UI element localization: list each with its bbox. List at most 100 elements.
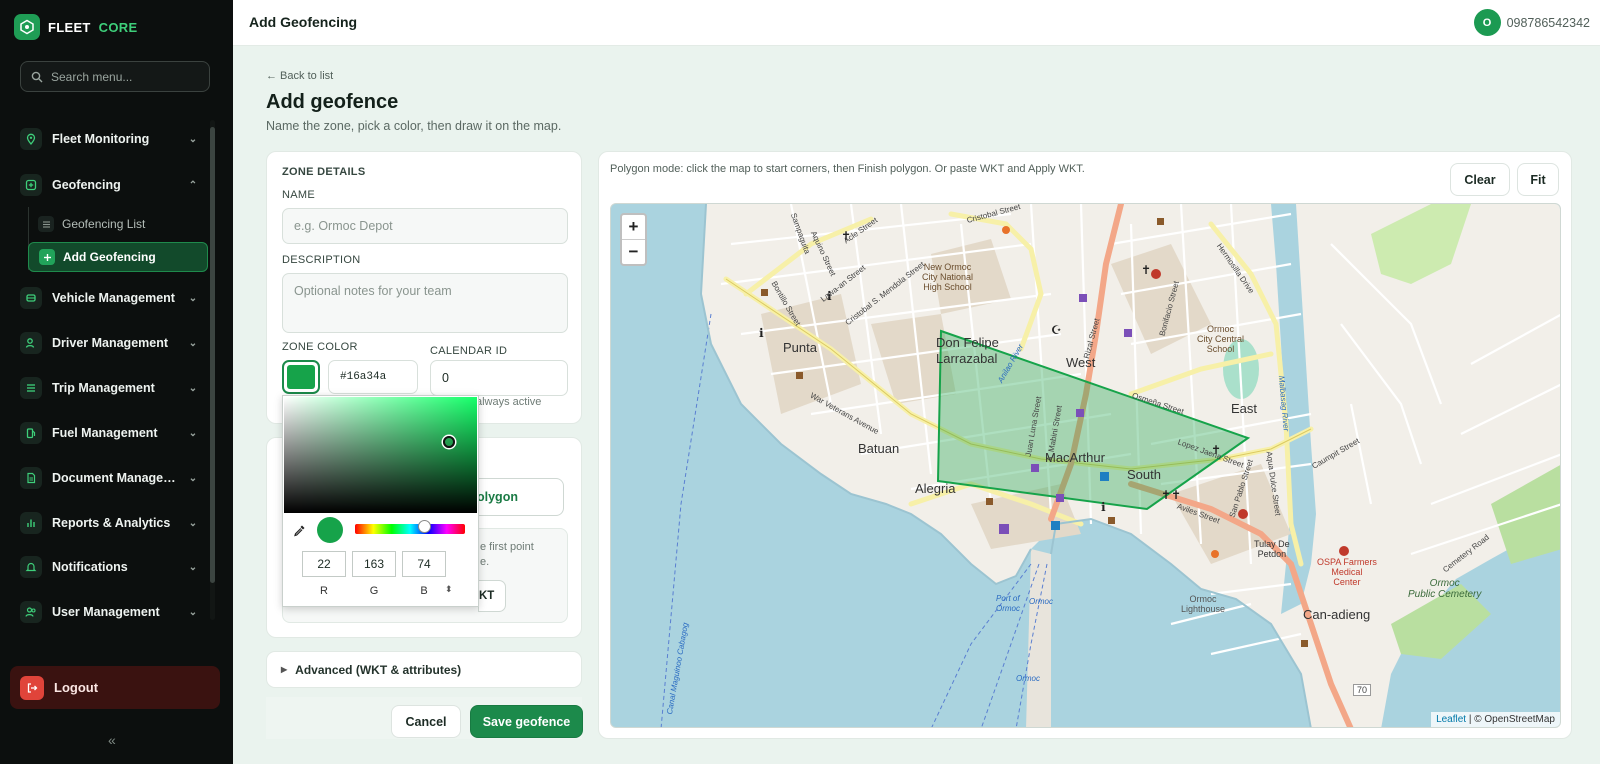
brand: FLEET CORE bbox=[14, 14, 137, 40]
sidebar-item-label: Driver Management bbox=[52, 336, 169, 350]
map-mode-hint: Polygon mode: click the map to start cor… bbox=[610, 163, 1085, 175]
calendar-id-input[interactable] bbox=[430, 360, 568, 396]
fuel-icon bbox=[20, 422, 42, 444]
map-label-cemetery: Ormoc Public Cemetery bbox=[1408, 578, 1482, 600]
sidebar-item-fleet-monitoring[interactable]: Fleet Monitoring ⌄ bbox=[20, 124, 200, 154]
sidebar-item-vehicle-management[interactable]: Vehicle Management ⌄ bbox=[20, 283, 200, 313]
sidebar-item-add-geofencing[interactable]: Add Geofencing bbox=[28, 242, 208, 272]
color-hex-field[interactable]: #16a34a bbox=[328, 360, 418, 394]
sidebar-search bbox=[20, 61, 210, 92]
blue-input[interactable] bbox=[402, 551, 446, 577]
polygon-mode-button[interactable]: olygon bbox=[470, 478, 564, 516]
sidebar-item-label: Fleet Monitoring bbox=[52, 132, 150, 146]
search-input[interactable] bbox=[51, 69, 201, 84]
sidebar-item-label: Notifications bbox=[52, 560, 128, 574]
map-label-tulay-de-petdon: Tulay De Petdon bbox=[1254, 539, 1290, 559]
collapse-sidebar-icon[interactable]: « bbox=[108, 732, 116, 748]
sidebar-item-label: Fuel Management bbox=[52, 426, 158, 440]
sidebar-item-trip-management[interactable]: Trip Management ⌄ bbox=[20, 373, 200, 403]
sidebar-item-geofencing-list[interactable]: Geofencing List bbox=[28, 209, 208, 239]
sidebar-item-user-management[interactable]: User Management ⌄ bbox=[20, 597, 200, 627]
leaflet-link[interactable]: Leaflet bbox=[1436, 714, 1466, 725]
zoom-in-button[interactable]: + bbox=[622, 215, 645, 239]
save-geofence-button[interactable]: Save geofence bbox=[470, 705, 583, 738]
sidebar-item-label: Document Managem... bbox=[52, 471, 176, 485]
description-label: DESCRIPTION bbox=[282, 254, 361, 266]
chevron-down-icon: ⌄ bbox=[188, 292, 198, 304]
color-swatch bbox=[287, 365, 315, 389]
truck-icon bbox=[20, 287, 42, 309]
green-label: G bbox=[369, 585, 379, 597]
top-bar-title: Add Geofencing bbox=[249, 14, 358, 30]
advanced-label: Advanced (WKT & attributes) bbox=[295, 662, 462, 677]
sidebar-item-label: Vehicle Management bbox=[52, 291, 175, 305]
bell-icon bbox=[20, 556, 42, 578]
format-toggle-icon[interactable]: ⬍ bbox=[445, 584, 453, 595]
advanced-toggle[interactable]: ▶ Advanced (WKT & attributes) bbox=[266, 651, 582, 688]
sidebar-item-label: User Management bbox=[52, 605, 160, 619]
saturation-value-area[interactable] bbox=[284, 397, 477, 513]
eyedropper-icon[interactable] bbox=[293, 524, 306, 540]
fleet-logo-icon bbox=[14, 14, 40, 40]
logout-button[interactable]: Logout bbox=[10, 666, 220, 709]
sidebar-item-reports-analytics[interactable]: Reports & Analytics ⌄ bbox=[20, 508, 200, 538]
chevron-down-icon: ⌄ bbox=[188, 606, 198, 618]
sidebar-item-notifications[interactable]: Notifications ⌄ bbox=[20, 552, 200, 582]
map-view[interactable]: ✝ ℹ ℹ ✝ ✝ ✝✝ ℹ ☪ Punta Batuan Alegria Don Fel… bbox=[610, 203, 1561, 728]
chevron-down-icon: ⌄ bbox=[188, 472, 198, 484]
page-subtitle: Name the zone, pick a color, then draw i… bbox=[266, 119, 562, 133]
name-input[interactable] bbox=[282, 208, 568, 244]
sidebar-item-label: Geofencing List bbox=[62, 217, 146, 231]
name-label: NAME bbox=[282, 189, 315, 201]
zone-details-heading: ZONE DETAILS bbox=[282, 166, 366, 178]
cancel-button[interactable]: Cancel bbox=[391, 705, 461, 738]
hue-slider[interactable] bbox=[355, 524, 465, 534]
user-phone: 098786542342 bbox=[1506, 15, 1590, 30]
green-input[interactable] bbox=[352, 551, 396, 577]
map-label-ormoc: Ormoc bbox=[1029, 597, 1053, 606]
svg-text:☪: ☪ bbox=[1051, 323, 1062, 337]
sidebar-item-fuel-management[interactable]: Fuel Management ⌄ bbox=[20, 418, 200, 448]
sidebar-item-driver-management[interactable]: Driver Management ⌄ bbox=[20, 328, 200, 358]
osm-attribution[interactable]: | © OpenStreetMap bbox=[1466, 714, 1555, 725]
user-menu[interactable]: O 098786542342 bbox=[1473, 9, 1590, 36]
zone-color-label: ZONE COLOR bbox=[282, 341, 358, 353]
color-preview bbox=[317, 517, 343, 543]
svg-text:ℹ: ℹ bbox=[1101, 500, 1106, 514]
red-input[interactable] bbox=[302, 551, 346, 577]
svg-text:✝: ✝ bbox=[1141, 263, 1151, 277]
sidebar-item-document-management[interactable]: Document Managem... ⌄ bbox=[20, 463, 200, 493]
calendar-hint: always active bbox=[476, 396, 542, 408]
color-swatch-button[interactable] bbox=[282, 360, 320, 394]
map-label-port-of: Port of bbox=[996, 594, 1020, 603]
sidebar-scrollbar-thumb[interactable] bbox=[210, 127, 215, 583]
document-icon bbox=[20, 467, 42, 489]
map-label-east: East bbox=[1231, 401, 1258, 416]
search-icon bbox=[31, 71, 43, 82]
zoom-out-button[interactable]: − bbox=[622, 239, 645, 263]
map-label-punta: Punta bbox=[783, 340, 817, 355]
back-to-list-link[interactable]: ← Back to list bbox=[266, 70, 333, 82]
fit-button[interactable]: Fit bbox=[1517, 163, 1559, 196]
sidebar-item-geofencing[interactable]: Geofencing ⌃ bbox=[20, 170, 200, 200]
map-label-port-ormoc: Ormoc bbox=[996, 604, 1020, 613]
map-label-don-felipe: Don Felipe bbox=[936, 335, 999, 350]
description-textarea[interactable] bbox=[282, 273, 568, 333]
hue-slider-knob[interactable] bbox=[418, 520, 431, 533]
apply-wkt-button[interactable]: KT bbox=[478, 580, 506, 612]
zoom-control: + − bbox=[620, 213, 647, 266]
list-icon bbox=[38, 216, 54, 232]
clear-button[interactable]: Clear bbox=[1450, 163, 1510, 196]
sidebar-item-label: Trip Management bbox=[52, 381, 155, 395]
users-icon bbox=[20, 601, 42, 623]
red-label: R bbox=[320, 585, 328, 597]
svg-text:ℹ: ℹ bbox=[759, 326, 764, 340]
brand-accent: CORE bbox=[98, 19, 138, 35]
chevron-down-icon: ⌄ bbox=[188, 337, 198, 349]
plus-icon bbox=[39, 249, 55, 265]
bar-chart-icon bbox=[20, 512, 42, 534]
saturation-cursor[interactable] bbox=[443, 436, 455, 448]
color-picker-popover: R G B ⬍ bbox=[282, 395, 479, 607]
chevron-down-icon: ⌄ bbox=[188, 133, 198, 145]
instructions-text: e first point e. bbox=[480, 540, 534, 570]
